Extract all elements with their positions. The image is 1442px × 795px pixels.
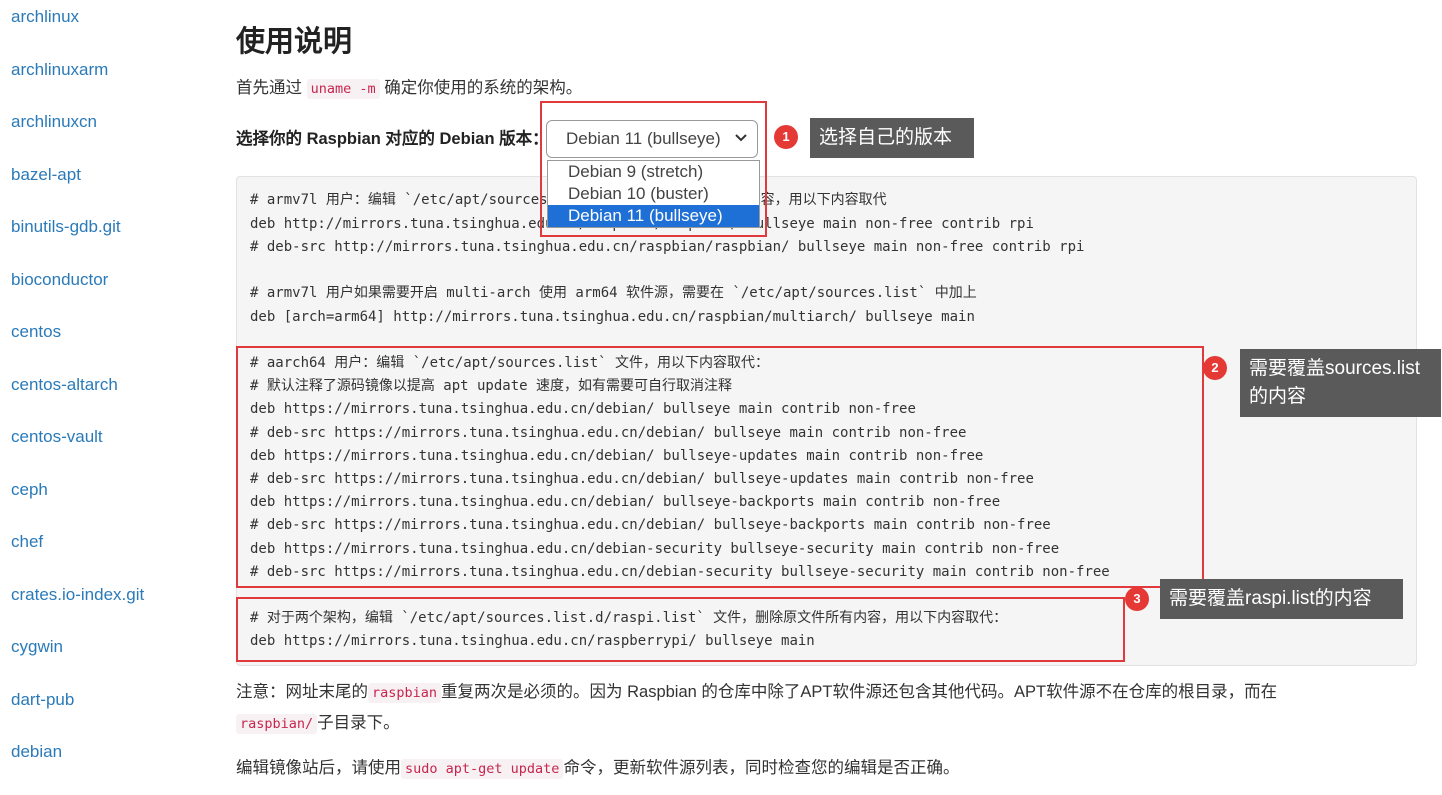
sidebar-item-binutils-gdb[interactable]: binutils-gdb.git xyxy=(11,215,121,239)
code-line: deb https://mirrors.tuna.tsinghua.edu.cn… xyxy=(250,494,1001,510)
code-line: # deb-src https://mirrors.tuna.tsinghua.… xyxy=(250,517,1051,533)
callout-select-version: 选择自己的版本 xyxy=(810,118,974,158)
sidebar: archlinux archlinuxarm archlinuxcn bazel… xyxy=(0,0,210,795)
sidebar-item-cygwin[interactable]: cygwin xyxy=(11,635,63,659)
code-line: deb https://mirrors.tuna.tsinghua.edu.cn… xyxy=(250,633,815,649)
code-line: deb [arch=arm64] http://mirrors.tuna.tsi… xyxy=(250,309,975,325)
code-line: # armv7l 用户如果需要开启 multi-arch 使用 arm64 软件… xyxy=(250,285,977,301)
sidebar-item-centos-altarch[interactable]: centos-altarch xyxy=(11,373,118,397)
version-label: 选择你的 Raspbian 对应的 Debian 版本： xyxy=(236,130,549,148)
code-line: # 对于两个架构，编辑 `/etc/apt/sources.list.d/ras… xyxy=(250,610,1008,626)
code-line: deb https://mirrors.tuna.tsinghua.edu.cn… xyxy=(250,448,984,464)
inline-code-uname: uname -m xyxy=(306,79,380,99)
callout-sources-list: 需要覆盖sources.list 的内容 xyxy=(1240,349,1441,417)
note-paragraph-continued: raspbian/子目录下。 xyxy=(236,710,400,737)
code-line: # 默认注释了源码镜像以提高 apt update 速度，如有需要可自行取消注释 xyxy=(250,378,733,394)
page-title: 使用说明 xyxy=(236,26,353,58)
sidebar-item-archlinuxarm[interactable]: archlinuxarm xyxy=(11,58,108,82)
code-line: deb https://mirrors.tuna.tsinghua.edu.cn… xyxy=(250,401,916,417)
sidebar-item-archlinux[interactable]: archlinux xyxy=(11,5,79,29)
sidebar-item-centos-vault[interactable]: centos-vault xyxy=(11,425,103,449)
sidebar-item-archlinuxcn[interactable]: archlinuxcn xyxy=(11,110,97,134)
code-line: # deb-src https://mirrors.tuna.tsinghua.… xyxy=(250,425,967,441)
debian-version-select[interactable]: Debian 11 (bullseye) xyxy=(546,120,758,158)
sidebar-item-dart-pub[interactable]: dart-pub xyxy=(11,688,74,712)
inline-code-raspbian-dir: raspbian/ xyxy=(236,714,318,734)
sidebar-item-chef[interactable]: chef xyxy=(11,530,43,554)
option-debian-9[interactable]: Debian 9 (stretch) xyxy=(548,161,759,183)
select-value: Debian 11 (bullseye) xyxy=(566,129,721,148)
sidebar-item-crates-io-index[interactable]: crates.io-index.git xyxy=(11,583,144,607)
intro-paragraph: 首先通过 uname -m 确定你使用的系统的架构。 xyxy=(236,79,583,99)
sidebar-item-ceph[interactable]: ceph xyxy=(11,478,48,502)
callout-raspi-list: 需要覆盖raspi.list的内容 xyxy=(1160,579,1403,619)
code-line: # aarch64 用户：编辑 `/etc/apt/sources.list` … xyxy=(250,355,770,371)
annotation-badge-3: 3 xyxy=(1125,587,1149,611)
code-line: # deb-src https://mirrors.tuna.tsinghua.… xyxy=(250,471,1034,487)
note-paragraph: 注意：网址末尾的 raspbian 重复两次是必须的。因为 Raspbian 的仓库… xyxy=(236,683,1278,703)
code-line: deb https://mirrors.tuna.tsinghua.edu.cn… xyxy=(250,541,1060,557)
annotation-badge-2: 2 xyxy=(1203,356,1227,380)
sidebar-item-debian[interactable]: debian xyxy=(11,740,62,764)
edit-note-paragraph: 编辑镜像站后，请使用 sudo apt-get update 命令，更新软件源列表，… xyxy=(236,759,960,779)
inline-code-raspbian: raspbian xyxy=(368,683,442,703)
sidebar-item-bazel-apt[interactable]: bazel-apt xyxy=(11,163,81,187)
code-line: # deb-src https://mirrors.tuna.tsinghua.… xyxy=(250,564,1110,580)
option-debian-11[interactable]: Debian 11 (bullseye) xyxy=(548,205,759,227)
option-debian-10[interactable]: Debian 10 (buster) xyxy=(548,183,759,205)
code-line: # deb-src http://mirrors.tuna.tsinghua.e… xyxy=(250,239,1085,255)
chevron-down-icon xyxy=(733,127,749,147)
sidebar-item-bioconductor[interactable]: bioconductor xyxy=(11,268,108,292)
version-selector-row: 选择你的 Raspbian 对应的 Debian 版本： Debian 11 (… xyxy=(236,120,758,158)
inline-code-apt-update: sudo apt-get update xyxy=(401,759,564,779)
version-dropdown-list: Debian 9 (stretch) Debian 10 (buster) De… xyxy=(547,160,760,228)
annotation-badge-1: 1 xyxy=(774,125,798,149)
sidebar-item-centos[interactable]: centos xyxy=(11,320,61,344)
